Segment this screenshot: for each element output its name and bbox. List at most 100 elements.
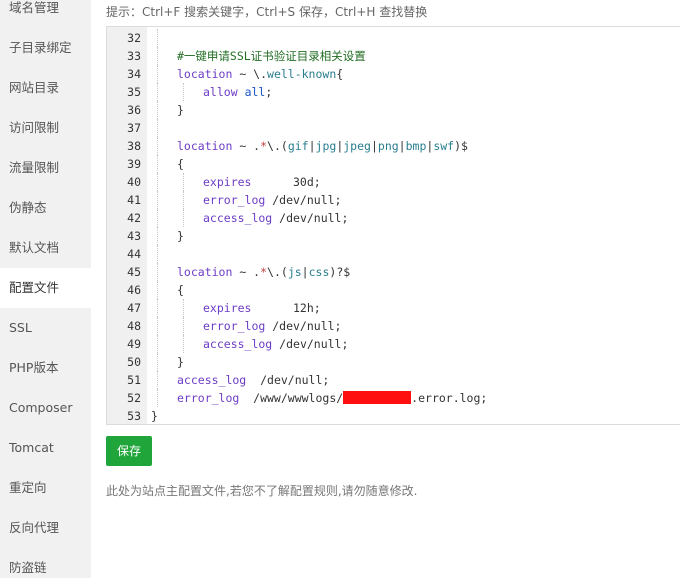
code-token: bmp bbox=[405, 139, 427, 153]
code-token: | bbox=[301, 265, 309, 279]
settings-sidebar: 域名管理 子目录绑定 网站目录 访问限制 流量限制 伪静态 默认文档 配置文件 SSL PHP版本… bbox=[0, 0, 91, 578]
code-token: png bbox=[377, 139, 399, 153]
line-number: 34 bbox=[127, 67, 141, 81]
sidebar-item[interactable]: SSL bbox=[0, 308, 91, 348]
indent-guide bbox=[157, 209, 158, 227]
code-line: 52 error_log /www/wwwlogs/ .error.log; bbox=[107, 389, 680, 407]
indent-guide bbox=[157, 137, 158, 155]
indent-guide bbox=[157, 317, 158, 335]
code-line: 50} bbox=[107, 353, 680, 371]
code-token: \.( bbox=[267, 139, 288, 153]
code-token: location bbox=[177, 139, 233, 153]
line-number: 53 bbox=[127, 409, 141, 423]
indent-guide bbox=[157, 263, 158, 281]
code-token: swf bbox=[433, 139, 455, 153]
code-line: 32 bbox=[107, 29, 680, 47]
sidebar-item[interactable]: 伪静态 bbox=[0, 188, 91, 228]
code-token: } bbox=[177, 355, 184, 369]
code-token: css bbox=[308, 265, 330, 279]
sidebar-item[interactable]: Composer bbox=[0, 388, 91, 428]
code-text: expires 12h; bbox=[203, 299, 321, 317]
code-text: } bbox=[177, 353, 184, 371]
code-text: allow all; bbox=[203, 83, 272, 101]
code-token: well-known bbox=[267, 67, 337, 81]
line-number: 40 bbox=[127, 175, 141, 189]
code-text: access_log /dev/null; bbox=[203, 335, 348, 353]
sidebar-item[interactable]: PHP版本 bbox=[0, 348, 91, 388]
line-number: 48 bbox=[127, 319, 141, 333]
code-line: 41 error_log /dev/null; bbox=[107, 191, 680, 209]
sidebar-item[interactable]: 网站目录 bbox=[0, 68, 91, 108]
indent-guide bbox=[157, 173, 158, 191]
code-line: 44 bbox=[107, 245, 680, 263]
line-number: 36 bbox=[127, 103, 141, 117]
sidebar-item[interactable]: 重定向 bbox=[0, 468, 91, 508]
code-line: 40 expires 30d; bbox=[107, 173, 680, 191]
code-token: jpg bbox=[315, 139, 337, 153]
line-number: 39 bbox=[127, 157, 141, 171]
code-token: /www/wwwlogs/ bbox=[239, 391, 344, 405]
code-token: ~ \. bbox=[232, 67, 268, 81]
code-line: 38 location ~ .*\.(gif|jpg|jpeg|png|bmp|s… bbox=[107, 137, 680, 155]
indent-guide bbox=[157, 47, 158, 65]
sidebar-item[interactable]: 默认文档 bbox=[0, 228, 91, 268]
code-token: /dev/null; bbox=[265, 319, 342, 333]
indent-guide bbox=[157, 65, 158, 83]
code-text: expires 30d; bbox=[203, 173, 321, 191]
redacted-domain-block bbox=[343, 391, 412, 404]
config-code-editor[interactable]: 32 33 #一键申请SSL证书验证目录相关设置 34 location ~ \.wel… bbox=[106, 26, 680, 425]
indent-guide bbox=[157, 83, 158, 101]
code-line: 49 access_log /dev/null; bbox=[107, 335, 680, 353]
sidebar-item[interactable]: 子目录绑定 bbox=[0, 28, 91, 68]
line-number: 38 bbox=[127, 139, 141, 153]
indent-guide bbox=[157, 371, 158, 389]
code-token: | bbox=[308, 139, 316, 153]
indent-guide bbox=[183, 317, 184, 335]
sidebar-item[interactable]: 反向代理 bbox=[0, 508, 91, 548]
sidebar-item[interactable]: 配置文件 bbox=[0, 268, 91, 308]
line-number: 42 bbox=[127, 211, 141, 225]
line-number: 50 bbox=[127, 355, 141, 369]
sidebar-item[interactable]: 流量限制 bbox=[0, 148, 91, 188]
indent-guide bbox=[157, 335, 158, 353]
code-token: access_log bbox=[203, 211, 273, 225]
indent-guide bbox=[183, 335, 184, 353]
code-text: { bbox=[177, 281, 184, 299]
indent-guide bbox=[183, 191, 184, 209]
code-text: } bbox=[177, 101, 184, 119]
code-line: 45 location ~ .*\.(js|css)?$ bbox=[107, 263, 680, 281]
code-token: error_log bbox=[203, 193, 266, 207]
line-number: 51 bbox=[127, 373, 141, 387]
indent-guide bbox=[157, 155, 158, 173]
code-token: error_log bbox=[203, 319, 266, 333]
indent-guide bbox=[157, 191, 158, 209]
code-token: ; bbox=[265, 85, 273, 99]
code-token: /dev/null; bbox=[265, 193, 342, 207]
code-line: 35 allow all; bbox=[107, 83, 680, 101]
code-token: expires bbox=[203, 301, 252, 315]
code-text: access_log /dev/null; bbox=[203, 209, 348, 227]
code-token: * bbox=[260, 139, 268, 153]
code-token: location bbox=[177, 67, 233, 81]
indent-guide bbox=[157, 299, 158, 317]
indent-guide bbox=[157, 227, 158, 245]
code-token: ~ . bbox=[232, 139, 261, 153]
sidebar-item[interactable]: 防盗链 bbox=[0, 548, 91, 588]
code-text: { bbox=[177, 155, 184, 173]
code-token: expires bbox=[203, 175, 252, 189]
code-text: error_log /www/wwwlogs/ .error.log; bbox=[177, 389, 487, 407]
code-line: 37 bbox=[107, 119, 680, 137]
indent-guide bbox=[157, 119, 158, 137]
code-text: #一键申请SSL证书验证目录相关设置 bbox=[177, 47, 366, 65]
code-token: /dev/null; bbox=[272, 211, 349, 225]
sidebar-item[interactable]: Tomcat bbox=[0, 428, 91, 468]
save-button[interactable]: 保存 bbox=[106, 436, 152, 466]
sidebar-item[interactable]: 访问限制 bbox=[0, 108, 91, 148]
code-token: location bbox=[177, 265, 233, 279]
code-token: } bbox=[151, 409, 158, 423]
code-text: error_log /dev/null; bbox=[203, 191, 341, 209]
sidebar-item[interactable]: 域名管理 bbox=[0, 0, 91, 28]
code-token: js bbox=[287, 265, 302, 279]
code-text: } bbox=[151, 407, 158, 424]
